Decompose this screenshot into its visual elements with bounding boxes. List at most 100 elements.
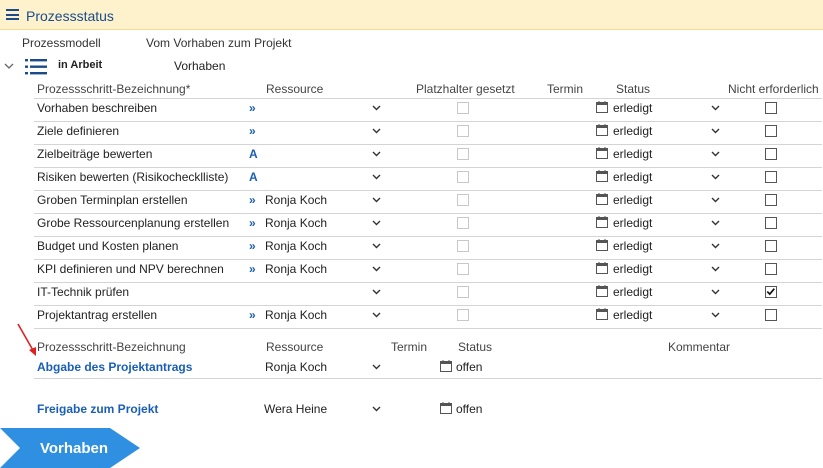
step-status: erledigt [613, 101, 653, 115]
calendar-icon[interactable] [596, 170, 608, 182]
not-required-checkbox[interactable] [765, 148, 777, 160]
step-name: Zielbeiträge bewerten [37, 147, 153, 161]
chevron-down-icon[interactable] [711, 243, 720, 249]
not-required-checkbox[interactable] [765, 240, 777, 252]
col-header-not-required: Nicht erforderlich [728, 82, 819, 96]
not-required-checkbox[interactable] [765, 125, 777, 137]
chevron-down-icon[interactable] [711, 220, 720, 226]
chevron-down-icon[interactable] [711, 174, 720, 180]
chevron-down-icon[interactable] [711, 151, 720, 157]
resource-link[interactable]: » [249, 193, 256, 207]
placeholder-checkbox [457, 217, 469, 229]
resource-link[interactable]: » [249, 216, 256, 230]
col2-header-comment: Kommentar [668, 340, 731, 354]
not-required-checkbox[interactable] [765, 286, 777, 298]
chevron-down-icon[interactable] [372, 406, 381, 412]
list-icon [25, 59, 47, 75]
resource-link[interactable]: A [249, 170, 258, 184]
calendar-icon[interactable] [596, 285, 608, 297]
row-divider [34, 282, 822, 283]
not-required-checkbox[interactable] [765, 263, 777, 275]
placeholder-checkbox [457, 194, 469, 206]
chevron-down-icon[interactable] [372, 105, 381, 111]
resource-link[interactable]: » [249, 239, 256, 253]
calendar-icon[interactable] [596, 101, 608, 113]
step-name: KPI definieren und NPV berechnen [37, 262, 224, 276]
calendar-icon[interactable] [596, 239, 608, 251]
chevron-down-icon[interactable] [372, 364, 381, 370]
not-required-checkbox[interactable] [765, 194, 777, 206]
chevron-down-icon[interactable] [711, 128, 720, 134]
resource-link[interactable]: » [249, 124, 256, 138]
chevron-down-icon[interactable] [372, 243, 381, 249]
menu-icon[interactable] [6, 9, 19, 20]
red-arrow-annotation [17, 323, 36, 356]
col-header-date: Termin [547, 82, 584, 96]
step-name: Risiken bewerten (Risikochecklliste) [37, 170, 229, 184]
col2-header-date: Termin [391, 340, 428, 354]
step-status: erledigt [613, 124, 653, 138]
calendar-icon[interactable] [596, 147, 608, 159]
resource-link[interactable]: A [249, 147, 258, 161]
chevron-down-icon[interactable] [372, 220, 381, 226]
step-status: erledigt [613, 308, 653, 322]
placeholder-checkbox [457, 148, 469, 160]
resource-name: Ronja Koch [265, 308, 328, 322]
step-status: erledigt [613, 216, 653, 230]
resource-link[interactable]: » [249, 308, 256, 322]
step-status: erledigt [613, 147, 653, 161]
chevron-down-icon[interactable] [372, 151, 381, 157]
chevron-down-icon[interactable] [711, 105, 720, 111]
row-divider [34, 305, 822, 306]
calendar-icon[interactable] [440, 360, 452, 372]
step-name: Ziele definieren [37, 124, 120, 138]
col-header-placeholder: Platzhalter gesetzt [416, 82, 515, 96]
chevron-down-icon[interactable] [372, 197, 381, 203]
calendar-icon[interactable] [596, 308, 608, 320]
step-name: IT-Technik prüfen [37, 285, 130, 299]
chevron-down-icon[interactable] [711, 289, 720, 295]
page-title: Prozessstatus [26, 8, 114, 24]
calendar-icon[interactable] [596, 124, 608, 136]
placeholder-checkbox [457, 286, 469, 298]
chevron-down-icon[interactable] [372, 289, 381, 295]
chevron-down-icon[interactable] [372, 128, 381, 134]
chevron-down-icon[interactable] [711, 312, 720, 318]
milestone-resource: Ronja Koch [265, 360, 328, 374]
calendar-icon[interactable] [440, 402, 452, 414]
resource-name: Ronja Koch [265, 216, 328, 230]
resource-name: Ronja Koch [265, 193, 328, 207]
release-resource: Wera Heine [264, 402, 328, 416]
phase-chevron-label: Vorhaben [40, 440, 109, 457]
calendar-icon[interactable] [596, 216, 608, 228]
not-required-checkbox[interactable] [765, 102, 777, 114]
col-header-status: Status [616, 82, 651, 96]
step-name: Groben Terminplan erstellen [37, 193, 188, 207]
row-divider [34, 259, 822, 260]
chevron-down-icon[interactable] [372, 266, 381, 272]
chevron-down-icon[interactable] [711, 266, 720, 272]
step-status: erledigt [613, 262, 653, 276]
chevron-down-icon[interactable] [372, 174, 381, 180]
not-required-checkbox[interactable] [765, 217, 777, 229]
resource-link[interactable]: » [249, 101, 256, 115]
step-status: erledigt [613, 285, 653, 299]
resource-link[interactable]: » [249, 262, 256, 276]
process-model-value: Vom Vorhaben zum Projekt [146, 36, 292, 50]
chevron-down-icon[interactable] [372, 312, 381, 318]
checkmark-icon [766, 288, 775, 296]
not-required-checkbox[interactable] [765, 309, 777, 321]
release-link[interactable]: Freigabe zum Projekt [37, 402, 158, 416]
phase-state: in Arbeit [58, 59, 103, 71]
calendar-icon[interactable] [596, 193, 608, 205]
step-status: erledigt [613, 193, 653, 207]
row-divider [34, 328, 822, 329]
calendar-icon[interactable] [596, 262, 608, 274]
not-required-checkbox[interactable] [765, 171, 777, 183]
row-divider [34, 236, 822, 237]
col-header-resource: Ressource [266, 82, 324, 96]
chevron-down-icon[interactable] [4, 61, 14, 71]
chevron-down-icon[interactable] [711, 197, 720, 203]
milestone-status: offen [456, 360, 483, 374]
milestone-link[interactable]: Abgabe des Projektantrags [37, 360, 192, 374]
